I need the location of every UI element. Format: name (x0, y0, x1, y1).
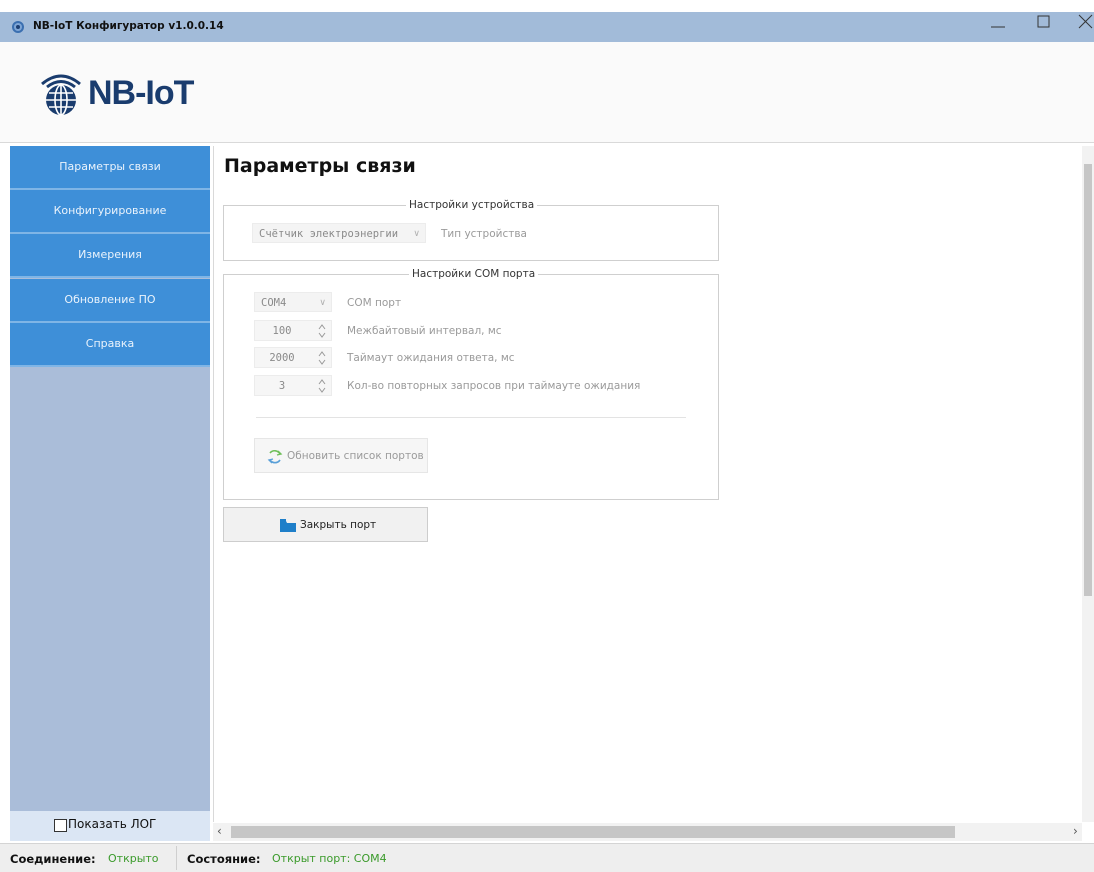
minimize-button[interactable] (978, 12, 1018, 42)
close-window-button[interactable] (1066, 12, 1094, 42)
connection-key: Соединение: (10, 852, 96, 866)
close-port-label: Закрыть порт (300, 519, 377, 531)
device-type-value: Счётчик электроэнергии (259, 228, 399, 240)
sidebar-item-firmware-update[interactable]: Обновление ПО (10, 279, 210, 323)
refresh-icon (267, 449, 283, 464)
sidebar-item-label: Справка (85, 337, 135, 350)
minimize-icon (991, 26, 1005, 28)
retry-count-stepper[interactable]: 3 (254, 375, 332, 396)
sidebar-item-label: Параметры связи (59, 160, 161, 173)
status-divider (176, 846, 177, 870)
show-log-toggle[interactable]: Показать ЛОГ (10, 811, 210, 841)
scroll-left-icon[interactable]: ‹ (217, 824, 222, 838)
retry-count-label: Кол-во повторных запросов при таймауте о… (347, 380, 641, 392)
sidebar-item-label: Конфигурирование (53, 204, 167, 217)
device-type-select[interactable]: Счётчик электроэнергии ∨ (252, 223, 426, 243)
interbyte-interval-value: 100 (272, 325, 292, 337)
show-log-checkbox[interactable] (54, 819, 67, 832)
device-type-label: Тип устройства (441, 228, 527, 240)
app-globe-icon (12, 21, 24, 33)
sidebar-item-label: Обновление ПО (64, 293, 156, 306)
state-key: Состояние: (187, 852, 261, 866)
separator (256, 417, 686, 418)
sidebar: Параметры связи Конфигурирование Измерен… (10, 146, 210, 811)
refresh-ports-label: Обновить список портов (287, 450, 424, 462)
maximize-button[interactable] (1024, 12, 1064, 42)
com-port-select[interactable]: COM4 ∨ (254, 292, 332, 312)
chevron-down-icon: ∨ (319, 298, 326, 308)
spin-arrows-icon[interactable] (318, 322, 326, 340)
refresh-ports-button[interactable]: Обновить список портов (254, 438, 428, 473)
window-title: NB-IoT Конфигуратор v1.0.0.14 (33, 20, 224, 32)
app-header: NB-IoT (0, 42, 1094, 143)
sidebar-item-label: Измерения (78, 248, 142, 261)
nb-iot-logo: NB-IoT (36, 64, 196, 120)
folder-icon (280, 519, 296, 532)
page-title: Параметры связи (224, 155, 416, 177)
status-bar: Соединение: Открыто Состояние: Открыт по… (0, 843, 1094, 872)
maximize-icon (1037, 15, 1050, 28)
scroll-right-icon[interactable]: › (1073, 824, 1078, 838)
response-timeout-value: 2000 (269, 352, 295, 364)
sidebar-item-configuration[interactable]: Конфигурирование (10, 190, 210, 234)
com-settings-legend: Настройки COM порта (409, 268, 539, 280)
close-port-button[interactable]: Закрыть порт (223, 507, 428, 542)
show-log-label: Показать ЛОГ (68, 817, 157, 831)
device-settings-legend: Настройки устройства (406, 199, 538, 211)
sidebar-item-help[interactable]: Справка (10, 323, 210, 367)
spin-arrows-icon[interactable] (318, 377, 326, 395)
globe-logo-icon (41, 74, 81, 116)
close-icon (1078, 14, 1093, 29)
spin-arrows-icon[interactable] (318, 349, 326, 367)
sidebar-item-connection-params[interactable]: Параметры связи (10, 146, 210, 190)
sidebar-item-measurements[interactable]: Измерения (10, 234, 210, 278)
vertical-scroll-thumb[interactable] (1084, 164, 1092, 596)
com-port-value: COM4 (261, 297, 287, 309)
connection-value: Открыто (108, 852, 159, 865)
response-timeout-stepper[interactable]: 2000 (254, 347, 332, 368)
com-port-label: COM порт (347, 297, 402, 309)
response-timeout-label: Таймаут ожидания ответа, мс (347, 352, 515, 364)
vertical-scrollbar[interactable] (1082, 146, 1094, 822)
interbyte-interval-stepper[interactable]: 100 (254, 320, 332, 341)
horizontal-scroll-thumb[interactable] (231, 826, 955, 838)
state-value: Открыт порт: COM4 (272, 852, 387, 865)
horizontal-scrollbar[interactable]: ‹ › (213, 823, 1082, 841)
interbyte-interval-label: Межбайтовый интервал, мс (347, 325, 502, 337)
logo-text: NB-IoT (88, 74, 194, 112)
chevron-down-icon: ∨ (413, 229, 420, 239)
title-bar: NB-IoT Конфигуратор v1.0.0.14 (0, 12, 1094, 42)
retry-count-value: 3 (278, 380, 286, 392)
